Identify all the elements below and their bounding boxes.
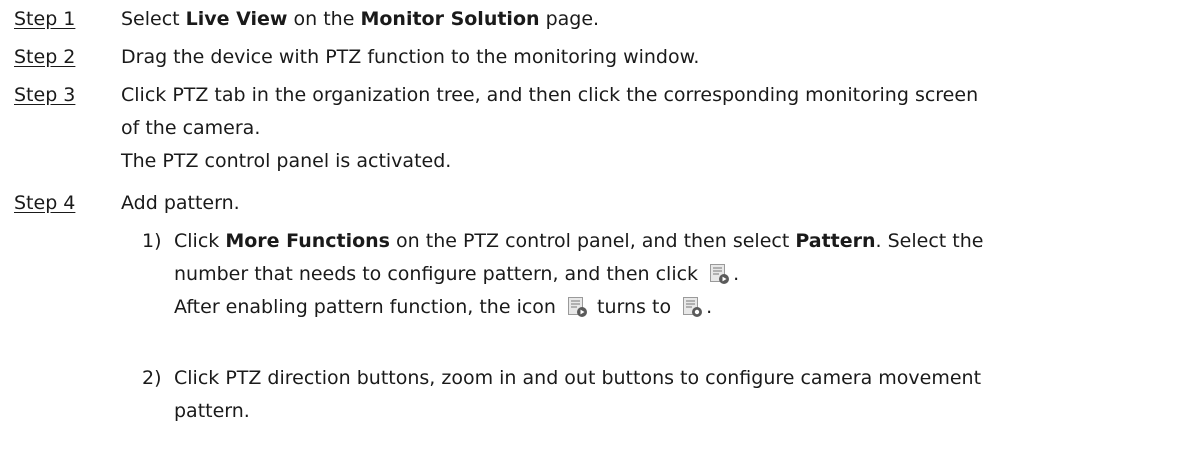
pattern-start-icon xyxy=(567,296,588,318)
substep-line: pattern. xyxy=(174,400,250,422)
substep-number: 2) xyxy=(142,367,162,389)
step-text: Select Live View on the Monitor Solution… xyxy=(121,3,1171,36)
substep-line: Click PTZ direction buttons, zoom in and… xyxy=(174,367,982,389)
step-result: The PTZ control panel is activated. xyxy=(121,150,452,172)
document-page: Step 1 Select Live View on the Monitor S… xyxy=(0,0,1182,459)
substep-number: 1) xyxy=(142,230,162,252)
text-run: on the xyxy=(287,8,361,30)
text-run: Click xyxy=(174,230,226,252)
substep-text: Click PTZ direction buttons, zoom in and… xyxy=(174,362,1174,428)
step-text: Drag the device with PTZ function to the… xyxy=(121,41,1171,74)
step-label: Step 1 xyxy=(14,8,76,30)
step-label: Step 2 xyxy=(14,46,76,68)
text-run: After enabling pattern function, the ico… xyxy=(174,296,562,318)
step-label: Step 3 xyxy=(14,84,76,106)
text-run: . xyxy=(706,296,713,318)
text-run: . xyxy=(733,263,740,285)
text-run: number that needs to configure pattern, … xyxy=(174,263,705,285)
ui-term-live-view: Live View xyxy=(185,8,288,30)
step-line: Select Live View on the Monitor Solution… xyxy=(121,3,1171,36)
text-run: . Select the xyxy=(875,230,984,252)
text-run: page. xyxy=(539,8,600,30)
pattern-start-icon xyxy=(709,263,730,285)
ui-term-pattern: Pattern xyxy=(795,230,876,252)
substep-line: Click More Functions on the PTZ control … xyxy=(174,225,1174,258)
substep-line: After enabling pattern function, the ico… xyxy=(174,291,1174,324)
step-label: Step 4 xyxy=(14,192,76,214)
ui-term-more-functions: More Functions xyxy=(225,230,390,252)
step-text: Click PTZ tab in the organization tree, … xyxy=(121,79,1171,178)
step-line: of the camera. xyxy=(121,117,261,139)
step-line: Add pattern. xyxy=(121,192,240,214)
step-line: Click PTZ tab in the organization tree, … xyxy=(121,84,979,106)
step-text: Add pattern. xyxy=(121,187,1171,220)
text-run: turns to xyxy=(591,296,678,318)
text-run: on the PTZ control panel, and then selec… xyxy=(390,230,796,252)
pattern-recording-icon xyxy=(682,296,703,318)
substep-line: number that needs to configure pattern, … xyxy=(174,258,1174,291)
text-run: Select xyxy=(121,8,186,30)
step-line: Drag the device with PTZ function to the… xyxy=(121,46,700,68)
substep-text: Click More Functions on the PTZ control … xyxy=(174,225,1174,324)
ui-term-monitor-solution: Monitor Solution xyxy=(360,8,540,30)
